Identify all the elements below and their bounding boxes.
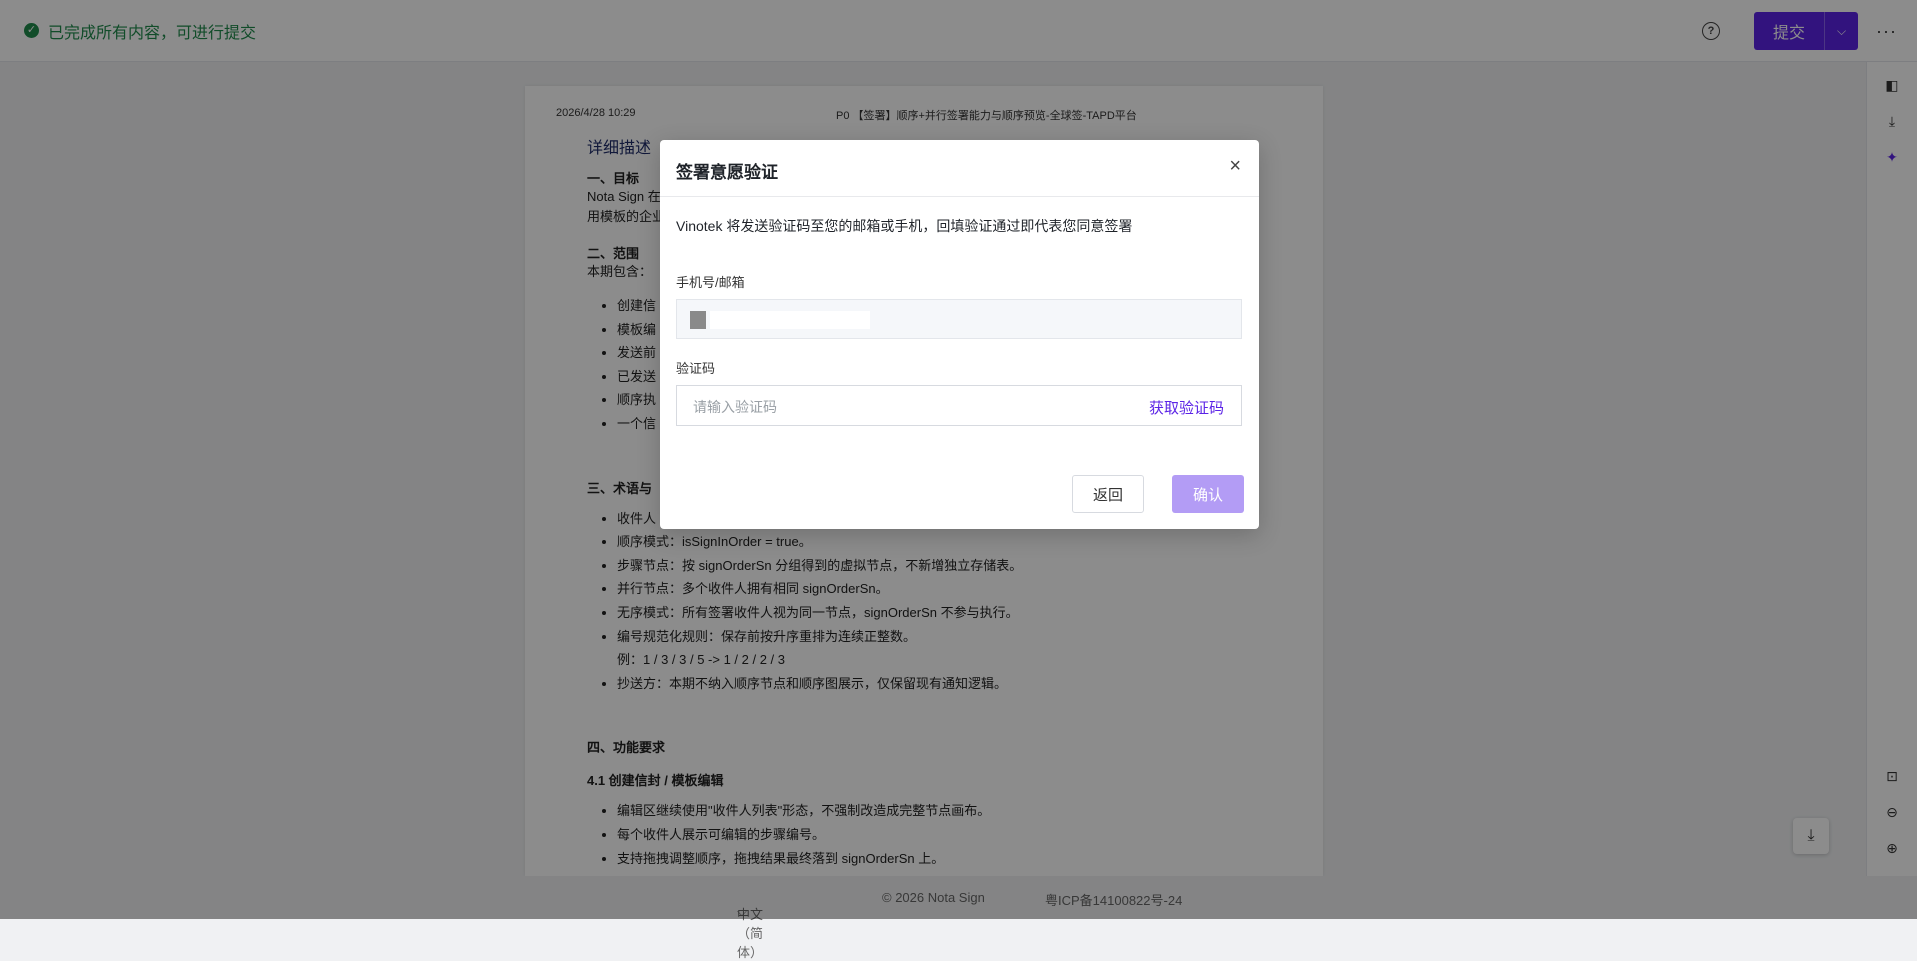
verification-code-field: 获取验证码 bbox=[676, 385, 1242, 427]
close-icon[interactable]: × bbox=[1229, 156, 1241, 176]
masked-value-block bbox=[690, 311, 706, 329]
get-code-link[interactable]: 获取验证码 bbox=[1149, 397, 1224, 418]
signing-intent-dialog: 签署意愿验证 × Vinotek 将发送验证码至您的邮箱或手机，回填验证通过即代… bbox=[660, 140, 1259, 529]
verification-code-label: 验证码 bbox=[676, 361, 716, 376]
phone-email-field bbox=[676, 299, 1242, 339]
dialog-title: 签署意愿验证 bbox=[676, 163, 778, 182]
dialog-header: 签署意愿验证 × bbox=[660, 140, 1259, 197]
confirm-button[interactable]: 确认 bbox=[1172, 475, 1244, 513]
dialog-description: Vinotek 将发送验证码至您的邮箱或手机，回填验证通过即代表您同意签署 bbox=[676, 218, 1133, 234]
verification-code-input[interactable] bbox=[691, 386, 1095, 427]
back-button[interactable]: 返回 bbox=[1072, 475, 1144, 513]
phone-email-label: 手机号/邮箱 bbox=[676, 275, 745, 290]
masked-value-block bbox=[710, 311, 870, 329]
